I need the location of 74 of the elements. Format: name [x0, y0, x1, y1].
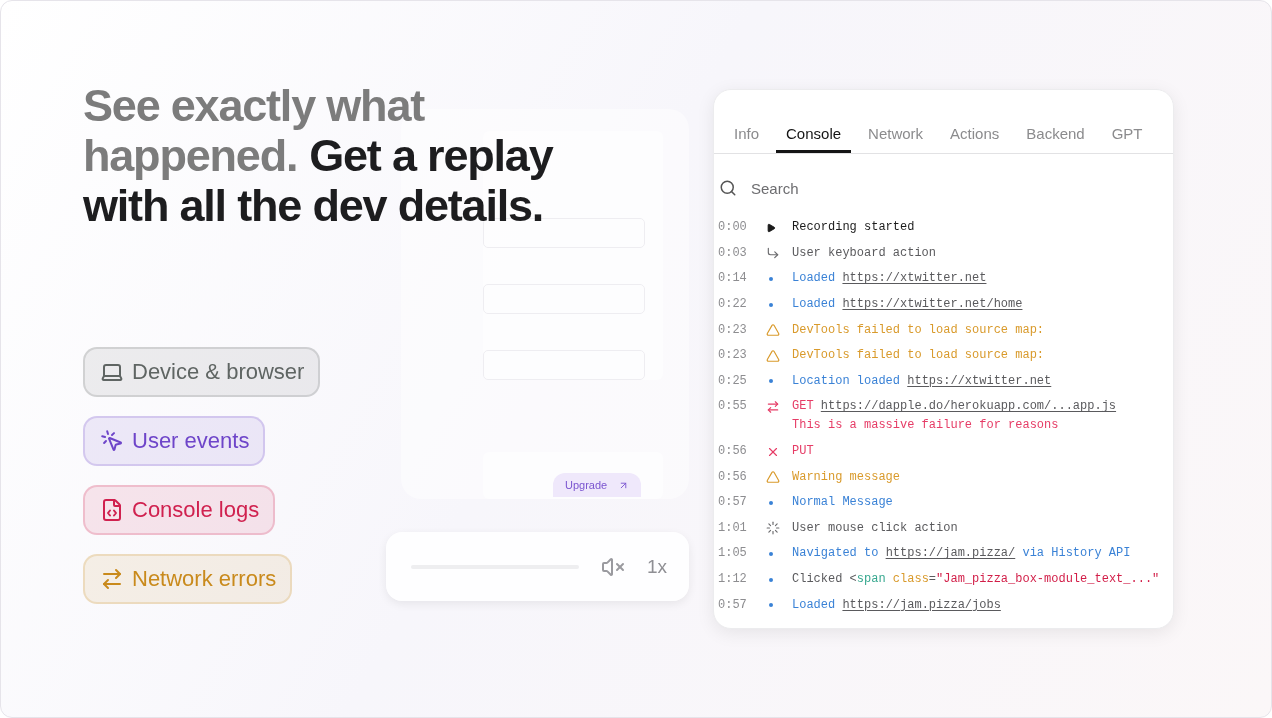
search-field[interactable]: Search: [749, 178, 1053, 198]
play-icon: [766, 222, 776, 233]
timestamp: 0:56: [718, 468, 748, 486]
log-message: Loaded: [792, 297, 836, 312]
timestamp: 0:25: [718, 372, 748, 390]
log-message: Location loaded: [792, 373, 901, 388]
warning-icon: [766, 470, 780, 485]
log-message: DevTools failed to load source map:: [792, 322, 1045, 337]
dot-icon: [769, 603, 773, 608]
warning-icon: [766, 348, 780, 363]
return-arrow-icon: [766, 246, 780, 261]
tab[interactable]: Network: [858, 90, 934, 153]
warning-icon: [766, 323, 780, 338]
tag-name: span: [856, 572, 886, 586]
timestamp: 0:00: [718, 219, 748, 237]
timestamp: 0:57: [718, 596, 748, 614]
feature-label: Network errors: [132, 566, 277, 592]
dot-icon: [769, 551, 773, 556]
url-link[interactable]: https://xtwitter.net/home: [842, 297, 1023, 312]
log-message: Normal Message: [792, 495, 893, 510]
attribute-value: "Jam_pizza_box-module_text_...": [936, 572, 1160, 586]
dot-icon: [769, 302, 773, 307]
url-link[interactable]: https://jam.pizza/jobs: [842, 597, 1001, 612]
dot-icon: [769, 500, 773, 505]
dot-icon: [769, 577, 773, 582]
headline-text: Get a replay: [309, 131, 553, 181]
log-message: Recording started: [792, 220, 915, 235]
feature-label: Device & browser: [132, 359, 305, 385]
feature-label: Console logs: [132, 497, 260, 523]
log-message: GET: [792, 399, 814, 414]
log-message: User mouse click action: [792, 520, 958, 535]
dot-icon: [769, 277, 773, 281]
timestamp: 0:56: [718, 443, 748, 461]
search-icon: [719, 179, 737, 197]
tab[interactable]: Backend: [1016, 90, 1095, 153]
timestamp: 0:03: [718, 244, 748, 262]
arrows-icon: [100, 567, 124, 591]
attribute-name: class: [892, 572, 929, 586]
log-message: User keyboard action: [792, 245, 937, 260]
timestamp: 0:57: [718, 494, 748, 512]
tab[interactable]: Console: [776, 90, 852, 153]
headline-text: See exactly what: [83, 81, 424, 131]
log-message: Loaded: [792, 271, 836, 286]
log-message: Loaded: [792, 597, 836, 612]
url-link[interactable]: https://xtwitter.net: [907, 373, 1052, 388]
timestamp: 1:05: [718, 545, 748, 563]
arrows-icon: [766, 399, 780, 414]
tab[interactable]: Actions: [940, 90, 1010, 153]
log-detail: This is a massive failure for reasons: [792, 417, 1060, 435]
timestamp: 0:23: [718, 321, 748, 339]
url-link[interactable]: https://dapple.do/herokuapp.com/...app.js: [820, 399, 1117, 414]
timestamp: 0:23: [718, 347, 748, 365]
spinner-icon: [766, 521, 780, 536]
code-file-icon: [100, 498, 124, 522]
url-link[interactable]: https://jam.pizza/: [885, 546, 1016, 561]
pointer-click-icon: [100, 429, 124, 453]
timestamp: 0:55: [718, 398, 748, 416]
upgrade-button[interactable]: Upgrade: [553, 473, 641, 497]
log-message: Warning message: [792, 469, 901, 484]
log-message: =: [928, 572, 937, 586]
dot-icon: [769, 379, 773, 384]
headline-text: with all the dev details.: [83, 181, 544, 231]
log-message: via History API: [1022, 546, 1131, 561]
timestamp: 0:22: [718, 296, 748, 314]
log-message: DevTools failed to load source map:: [792, 348, 1045, 363]
log-message: Navigated to: [792, 546, 879, 561]
url-link[interactable]: https://xtwitter.net: [842, 271, 987, 286]
timestamp: 0:14: [718, 270, 748, 288]
feature-label: User events: [132, 428, 250, 454]
timestamp: 1:01: [718, 519, 748, 537]
log-message: PUT: [792, 444, 814, 459]
headline-text: happened.: [83, 131, 298, 181]
log-message: Clicked <: [792, 572, 857, 586]
timestamp: 1:12: [718, 571, 748, 588]
